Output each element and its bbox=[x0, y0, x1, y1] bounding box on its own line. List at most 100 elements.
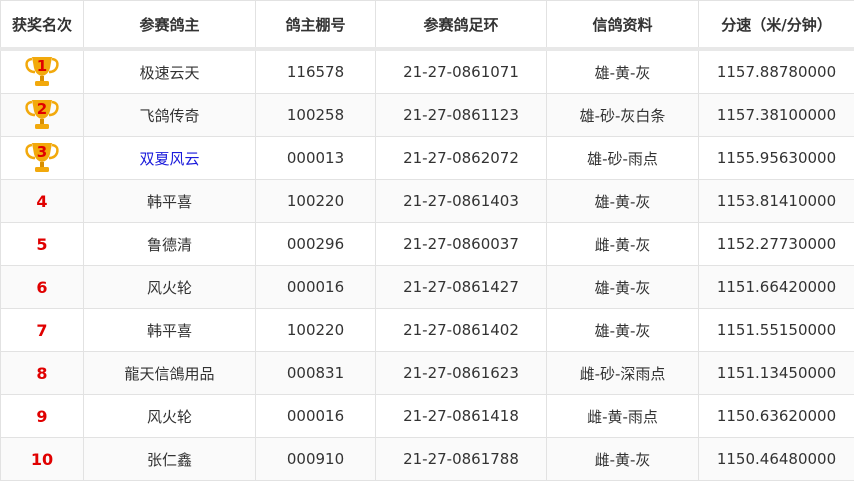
rank-cell: 1 bbox=[0, 48, 84, 94]
loft-cell: 116578 bbox=[255, 48, 376, 94]
rank-number: 7 bbox=[36, 320, 48, 340]
results-body: 1 极速云天 116578 21-27-0861071 雄-黄-灰 1157.8… bbox=[0, 48, 854, 481]
owner-name: 风火轮 bbox=[146, 407, 192, 426]
table-row: 8 龍天信鴿用品 000831 21-27-0861623 雌-砂-深雨点 11… bbox=[0, 351, 854, 395]
ring-cell: 21-27-0861402 bbox=[375, 308, 547, 352]
rank-cell: 10 bbox=[0, 437, 84, 481]
owner-name: 龍天信鴿用品 bbox=[124, 364, 215, 383]
rank-cell: 2 bbox=[0, 93, 84, 137]
info-cell: 雄-黄-灰 bbox=[546, 308, 699, 352]
info-cell: 雄-砂-灰白条 bbox=[546, 93, 699, 137]
speed-cell: 1155.95630000 bbox=[698, 136, 854, 180]
table-row: 2 飞鸽传奇 100258 21-27-0861123 雄-砂-灰白条 1157… bbox=[0, 93, 854, 137]
header-owner: 参赛鸽主 bbox=[83, 0, 256, 51]
ring-cell: 21-27-0861071 bbox=[375, 48, 547, 94]
rank-cell: 6 bbox=[0, 265, 84, 309]
owner-name: 韩平喜 bbox=[146, 192, 192, 211]
info-cell: 雌-黄-灰 bbox=[546, 222, 699, 266]
loft-cell: 000296 bbox=[255, 222, 376, 266]
speed-cell: 1150.63620000 bbox=[698, 394, 854, 438]
rank-number: 8 bbox=[36, 363, 48, 383]
owner-name: 鲁德清 bbox=[146, 235, 192, 254]
rank-cell: 9 bbox=[0, 394, 84, 438]
ring-cell: 21-27-0861418 bbox=[375, 394, 547, 438]
owner-name: 张仁鑫 bbox=[146, 450, 192, 469]
loft-cell: 000910 bbox=[255, 437, 376, 481]
speed-cell: 1151.66420000 bbox=[698, 265, 854, 309]
table-row: 6 风火轮 000016 21-27-0861427 雄-黄-灰 1151.66… bbox=[0, 265, 854, 309]
ring-cell: 21-27-0861123 bbox=[375, 93, 547, 137]
ring-cell: 21-27-0861788 bbox=[375, 437, 547, 481]
table-row: 7 韩平喜 100220 21-27-0861402 雄-黄-灰 1151.55… bbox=[0, 308, 854, 352]
owner-name: 极速云天 bbox=[139, 63, 200, 82]
rank-cell: 5 bbox=[0, 222, 84, 266]
rank-number: 9 bbox=[36, 406, 48, 426]
trophy-icon: 3 bbox=[24, 141, 60, 175]
owner-cell: 双夏风云 bbox=[83, 136, 256, 180]
loft-cell: 100220 bbox=[255, 308, 376, 352]
rank-number: 3 bbox=[36, 143, 48, 161]
owner-name: 韩平喜 bbox=[146, 321, 192, 340]
speed-cell: 1150.46480000 bbox=[698, 437, 854, 481]
ring-cell: 21-27-0862072 bbox=[375, 136, 547, 180]
rank-number: 5 bbox=[36, 234, 48, 254]
speed-cell: 1151.13450000 bbox=[698, 351, 854, 395]
owner-name: 飞鸽传奇 bbox=[139, 106, 200, 125]
owner-cell: 龍天信鴿用品 bbox=[83, 351, 256, 395]
rank-cell: 7 bbox=[0, 308, 84, 352]
rank-cell: 3 bbox=[0, 136, 84, 180]
loft-cell: 100258 bbox=[255, 93, 376, 137]
info-cell: 雌-黄-雨点 bbox=[546, 394, 699, 438]
owner-cell: 风火轮 bbox=[83, 394, 256, 438]
info-cell: 雄-砂-雨点 bbox=[546, 136, 699, 180]
rank-cell: 8 bbox=[0, 351, 84, 395]
rank-number: 6 bbox=[36, 277, 48, 297]
table-row: 4 韩平喜 100220 21-27-0861403 雄-黄-灰 1153.81… bbox=[0, 179, 854, 223]
owner-name: 风火轮 bbox=[146, 278, 192, 297]
table-row: 10 张仁鑫 000910 21-27-0861788 雌-黄-灰 1150.4… bbox=[0, 437, 854, 481]
table-row: 9 风火轮 000016 21-27-0861418 雌-黄-雨点 1150.6… bbox=[0, 394, 854, 438]
speed-cell: 1157.88780000 bbox=[698, 48, 854, 94]
info-cell: 雄-黄-灰 bbox=[546, 179, 699, 223]
rank-number: 10 bbox=[30, 449, 54, 469]
owner-cell: 鲁德清 bbox=[83, 222, 256, 266]
race-results-table: 获奖名次 参赛鸽主 鸽主棚号 参赛鸽足环 信鸽资料 分速（米/分钟） 1 极速云… bbox=[0, 0, 854, 481]
ring-cell: 21-27-0860037 bbox=[375, 222, 547, 266]
header-loft: 鸽主棚号 bbox=[255, 0, 376, 51]
trophy-icon: 1 bbox=[24, 55, 60, 89]
rank-number: 1 bbox=[36, 57, 48, 75]
owner-cell: 极速云天 bbox=[83, 48, 256, 94]
speed-cell: 1157.38100000 bbox=[698, 93, 854, 137]
loft-cell: 000831 bbox=[255, 351, 376, 395]
ring-cell: 21-27-0861403 bbox=[375, 179, 547, 223]
owner-link[interactable]: 双夏风云 bbox=[139, 150, 199, 168]
ring-cell: 21-27-0861427 bbox=[375, 265, 547, 309]
ring-cell: 21-27-0861623 bbox=[375, 351, 547, 395]
loft-cell: 000016 bbox=[255, 265, 376, 309]
header-ring: 参赛鸽足环 bbox=[375, 0, 547, 51]
owner-cell: 飞鸽传奇 bbox=[83, 93, 256, 137]
rank-number: 4 bbox=[36, 191, 48, 211]
header-info: 信鸽资料 bbox=[546, 0, 699, 51]
loft-cell: 000013 bbox=[255, 136, 376, 180]
speed-cell: 1152.27730000 bbox=[698, 222, 854, 266]
table-row: 5 鲁德清 000296 21-27-0860037 雌-黄-灰 1152.27… bbox=[0, 222, 854, 266]
table-row: 3 双夏风云 000013 21-27-0862072 雄-砂-雨点 1155.… bbox=[0, 136, 854, 180]
rank-cell: 4 bbox=[0, 179, 84, 223]
owner-cell: 张仁鑫 bbox=[83, 437, 256, 481]
speed-cell: 1151.55150000 bbox=[698, 308, 854, 352]
table-row: 1 极速云天 116578 21-27-0861071 雄-黄-灰 1157.8… bbox=[0, 48, 854, 94]
header-rank: 获奖名次 bbox=[0, 0, 84, 51]
loft-cell: 000016 bbox=[255, 394, 376, 438]
owner-cell: 韩平喜 bbox=[83, 308, 256, 352]
info-cell: 雌-黄-灰 bbox=[546, 437, 699, 481]
owner-cell: 韩平喜 bbox=[83, 179, 256, 223]
trophy-icon: 2 bbox=[24, 98, 60, 132]
info-cell: 雌-砂-深雨点 bbox=[546, 351, 699, 395]
info-cell: 雄-黄-灰 bbox=[546, 48, 699, 94]
speed-cell: 1153.81410000 bbox=[698, 179, 854, 223]
info-cell: 雄-黄-灰 bbox=[546, 265, 699, 309]
owner-cell: 风火轮 bbox=[83, 265, 256, 309]
header-row: 获奖名次 参赛鸽主 鸽主棚号 参赛鸽足环 信鸽资料 分速（米/分钟） bbox=[0, 0, 854, 51]
rank-number: 2 bbox=[36, 100, 48, 118]
